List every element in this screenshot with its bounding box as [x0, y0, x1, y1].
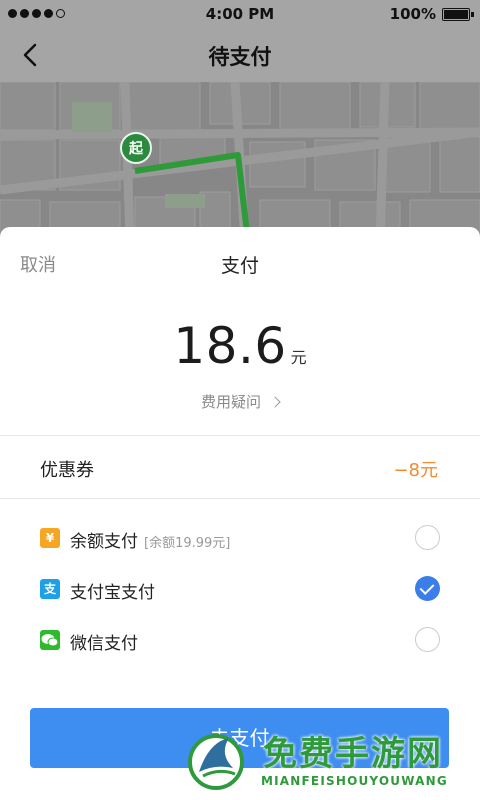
chevron-right-icon [269, 396, 281, 408]
battery-percentage: 100% [389, 5, 436, 23]
amount-currency: 元 [290, 348, 307, 367]
payment-option-wechat[interactable]: 微信支付 [0, 617, 480, 667]
payment-option-name: 微信支付 [70, 634, 138, 654]
nav-bar: 待支付 [0, 28, 480, 82]
watermark-logo-icon [188, 734, 244, 790]
wechat-icon [40, 630, 60, 650]
payment-sheet: 取消 支付 18.6 元 费用疑问 优惠券 −8元 ¥ 余额支付 [余额19.99元… [0, 227, 480, 800]
battery-fill [444, 10, 468, 19]
amount-display: 18.6 元 [0, 317, 480, 375]
amount-value: 18.6 [173, 317, 287, 375]
coupon-discount: −8元 [393, 460, 438, 481]
coupon-label: 优惠券 [40, 460, 94, 481]
radio-button[interactable] [415, 525, 440, 550]
payment-option-name: 支付宝支付 [70, 583, 155, 603]
page-title: 待支付 [208, 45, 272, 69]
status-bar: 4:00 PM 100% [0, 0, 480, 28]
payment-option-balance[interactable]: ¥ 余额支付 [余额19.99元] [0, 515, 480, 565]
watermark-subtitle: MIANFEISHOUYOUWANG [261, 774, 448, 788]
fee-question-label: 费用疑问 [200, 393, 261, 411]
radio-button[interactable] [415, 627, 440, 652]
start-marker[interactable]: 起 [120, 132, 152, 164]
balance-note: [余额19.99元] [144, 536, 231, 551]
divider [0, 498, 480, 499]
sheet-header: 取消 支付 [0, 227, 480, 299]
payment-option-alipay[interactable]: 支 支付宝支付 [0, 566, 480, 616]
map-streets [0, 82, 480, 242]
payment-option-label: 余额支付 [余额19.99元] [70, 527, 230, 552]
fee-question-link[interactable]: 费用疑问 [0, 391, 480, 412]
wechat-bubbles-icon [41, 634, 59, 647]
battery-icon [442, 8, 474, 21]
payment-option-name: 余额支付 [70, 532, 138, 552]
watermark: 免费手游网 MIANFEISHOUYOUWANG [185, 724, 475, 800]
balance-icon: ¥ [40, 528, 60, 548]
coupon-row[interactable]: 优惠券 −8元 [0, 436, 480, 498]
start-marker-label: 起 [120, 132, 152, 164]
radio-button[interactable] [415, 576, 440, 601]
sheet-title: 支付 [220, 255, 259, 277]
alipay-icon: 支 [40, 579, 60, 599]
watermark-title: 免费手游网 [263, 734, 443, 774]
payment-option-label: 支付宝支付 [70, 578, 155, 603]
route-map[interactable]: 起 [0, 82, 480, 242]
payment-option-label: 微信支付 [70, 629, 138, 654]
